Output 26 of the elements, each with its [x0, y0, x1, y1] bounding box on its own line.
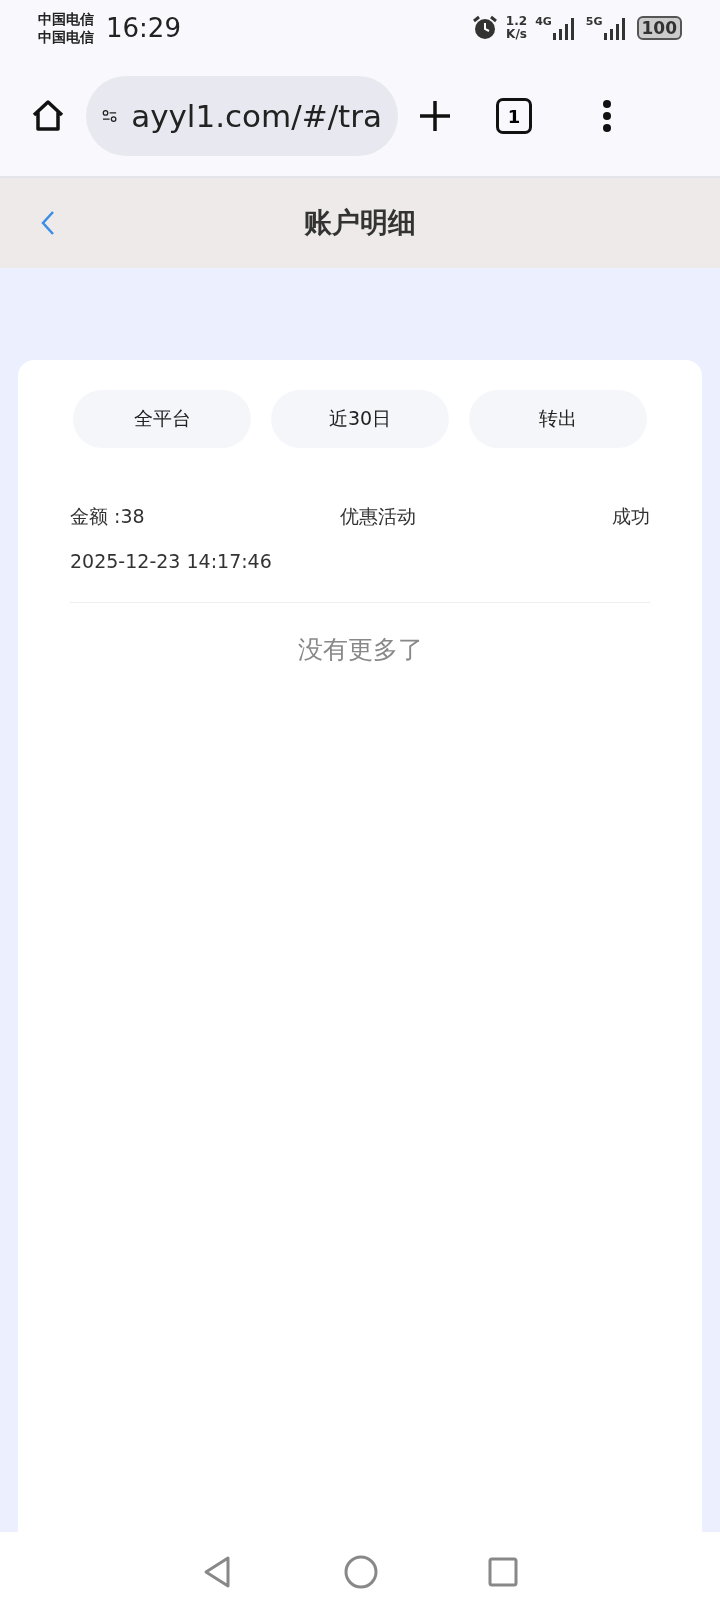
home-nav-icon[interactable]: [344, 1555, 378, 1589]
carrier-name: 中国电信: [38, 28, 94, 46]
back-icon[interactable]: [40, 209, 56, 237]
record-type: 优惠活动: [340, 504, 417, 529]
record-amount: 金额 :38: [70, 504, 145, 529]
no-more-text: 没有更多了: [296, 634, 424, 666]
new-tab-icon[interactable]: [418, 99, 452, 133]
address-bar[interactable]: ayyl1.com/#/tra: [86, 76, 398, 156]
net-speed: K/s: [506, 28, 527, 41]
alarm-icon: [471, 15, 498, 41]
clock-time: 16:29: [106, 13, 181, 43]
net-speed: 1.2: [505, 15, 528, 28]
recents-nav-icon[interactable]: [488, 1557, 518, 1587]
battery-icon: 100: [636, 16, 682, 40]
filter-button[interactable]: 近30日: [271, 390, 449, 448]
page-title: 账户明细: [304, 205, 416, 241]
network-type: 4G: [535, 15, 552, 28]
home-icon[interactable]: [30, 98, 66, 134]
menu-icon[interactable]: [602, 99, 612, 133]
record-time: 2025-12-23 14:17:46: [70, 550, 272, 572]
network-type: 5G: [585, 15, 603, 28]
carrier-name: 中国电信: [38, 10, 94, 28]
filter-button[interactable]: 全平台: [73, 390, 251, 448]
tab-count-button[interactable]: 1: [496, 98, 532, 134]
record-status: 成功: [612, 504, 650, 529]
filter-button[interactable]: 转出: [469, 390, 647, 448]
